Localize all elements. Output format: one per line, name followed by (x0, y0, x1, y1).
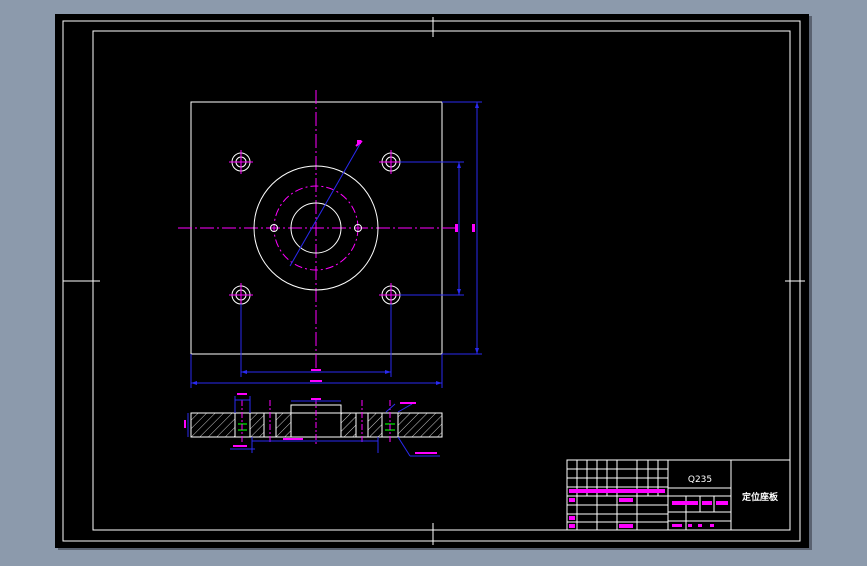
tbl-13 (710, 524, 714, 527)
hatch-seg-2 (250, 413, 264, 437)
sv-4 (283, 438, 303, 440)
hatch-seg-1 (191, 413, 235, 437)
tbl-8 (702, 501, 712, 505)
hatch-seg-5 (368, 413, 382, 437)
part-name-label: 定位座板 (741, 491, 779, 503)
sv-3 (233, 445, 247, 447)
tbl-7 (672, 501, 698, 505)
tbl-2 (569, 498, 575, 502)
dim-mark-spacing-h (311, 369, 321, 371)
hatch-seg-3 (276, 413, 291, 437)
sv-6 (400, 402, 416, 404)
tbl-4 (569, 516, 575, 520)
sv-7 (184, 420, 186, 428)
tbl-10 (672, 524, 682, 527)
tbl-9 (716, 501, 728, 505)
sv-5 (415, 452, 437, 454)
material-label: Q235 (688, 475, 712, 485)
cad-workspace: Q235 定位座板 (0, 0, 867, 562)
sv-2 (237, 393, 247, 395)
dim-mark-height (472, 224, 475, 232)
tbl-3 (619, 498, 633, 502)
tbl-5 (569, 524, 575, 528)
hatch-seg-6 (398, 413, 442, 437)
tbl-1 (569, 489, 665, 493)
dim-mark-diameter (357, 140, 361, 144)
tbl-12 (698, 524, 702, 527)
drawing-viewport[interactable] (55, 14, 809, 548)
dim-mark-width (310, 380, 322, 382)
sv-1 (311, 398, 321, 400)
hatch-seg-4 (341, 413, 356, 437)
dim-mark-spacing-v (455, 224, 458, 232)
tbl-6 (619, 524, 633, 528)
tbl-11 (688, 524, 692, 527)
